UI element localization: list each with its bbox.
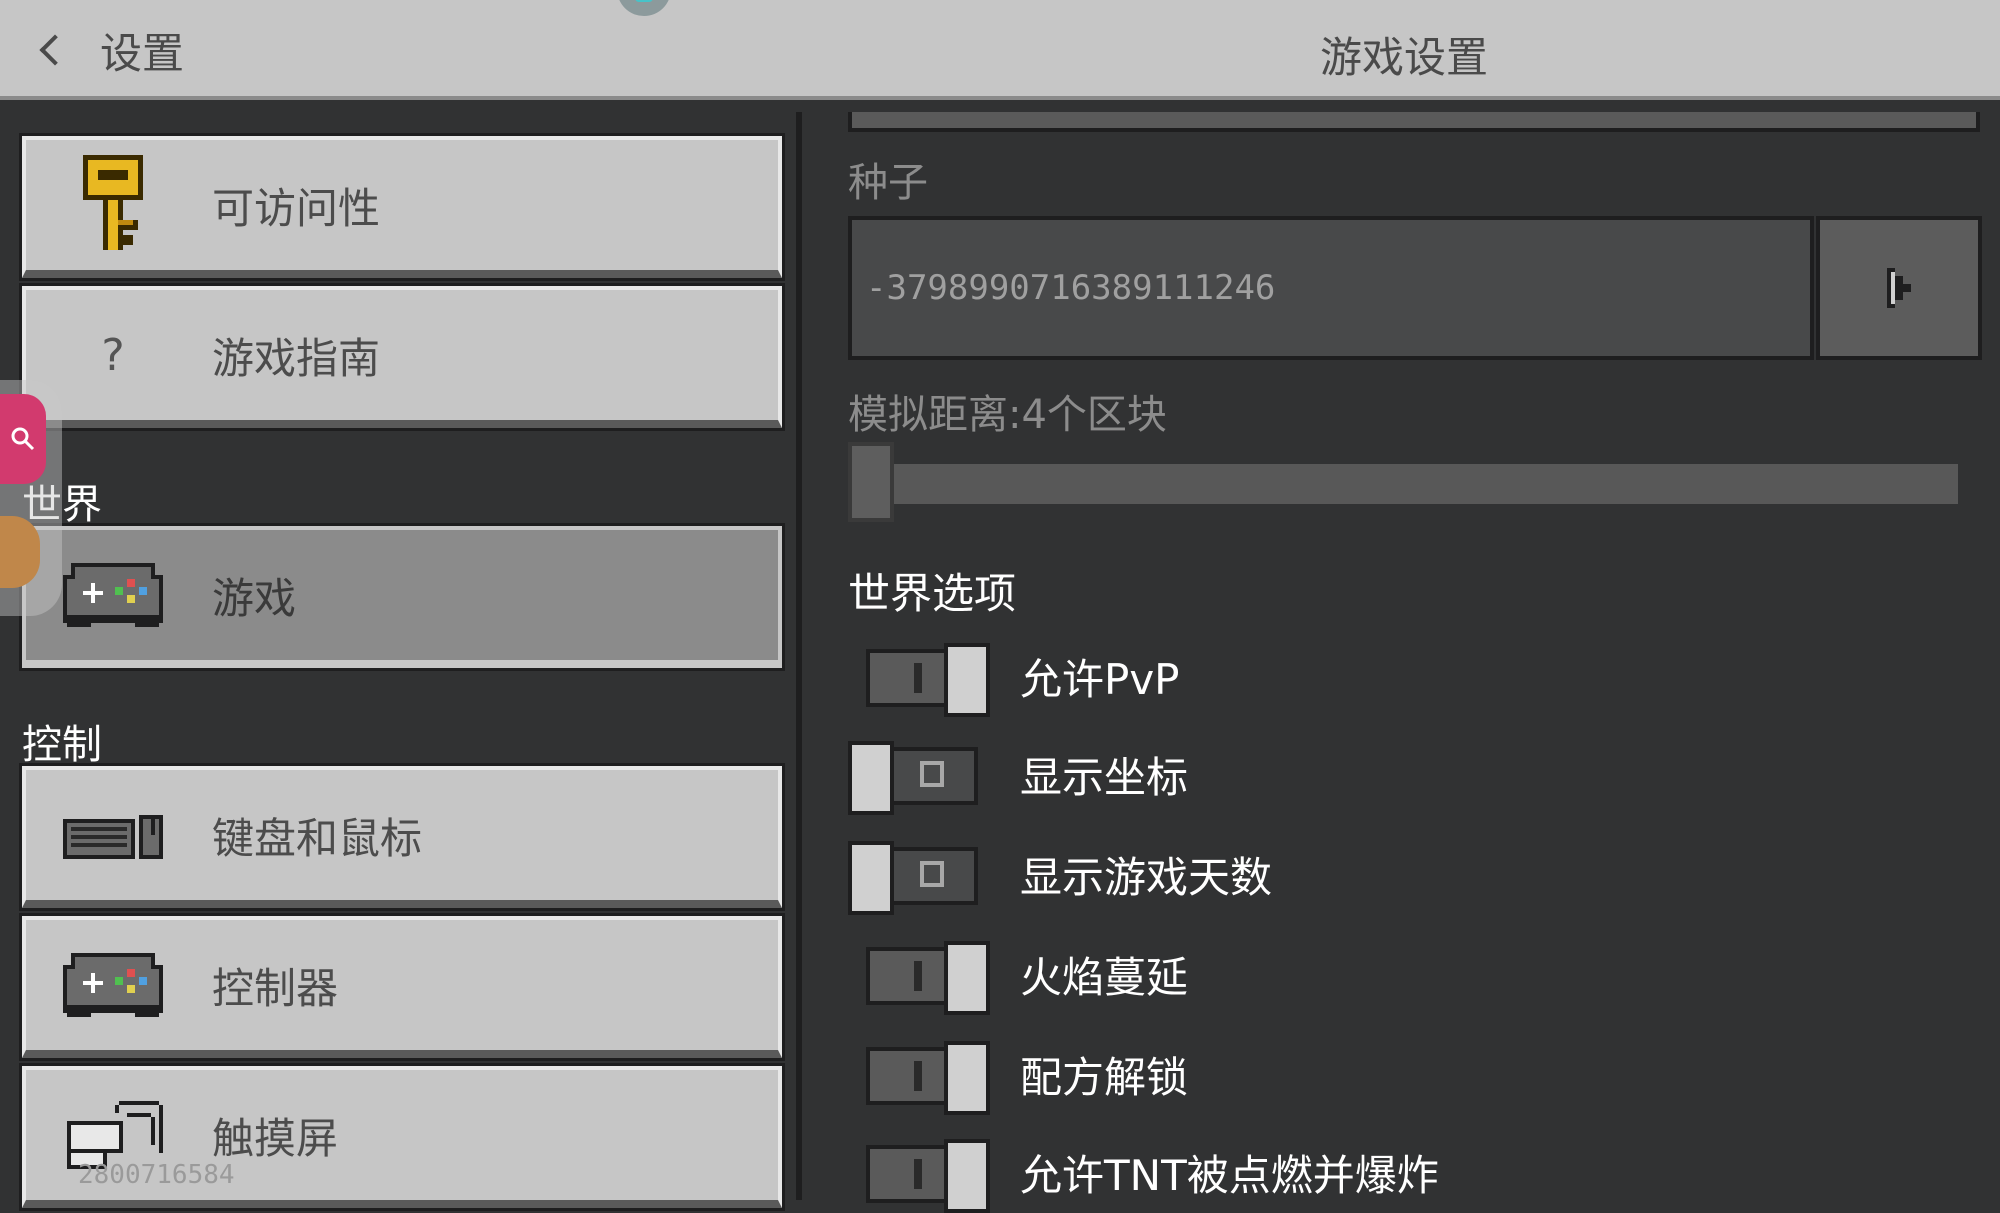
toggle-label: 允许PvP xyxy=(1020,654,1180,704)
toggle-row-pvp: 允许PvP xyxy=(848,636,1180,717)
seed-input[interactable]: -3798990716389111246 xyxy=(848,216,1814,360)
sidebar-item-label: 可访问性 xyxy=(212,183,381,233)
show-days-played-toggle[interactable] xyxy=(848,841,978,915)
simulation-distance-label: 模拟距离:4个区块 xyxy=(848,392,1167,438)
sidebar-item-game-guide[interactable]: ? 游戏指南 xyxy=(19,283,785,431)
sidebar-item-label: 控制器 xyxy=(212,963,339,1013)
scroll-edge xyxy=(848,112,1980,132)
show-coordinates-toggle[interactable] xyxy=(848,741,978,815)
watermark-text: 2800716584 xyxy=(78,1160,235,1190)
toggle-knob xyxy=(944,941,990,1015)
toggle-label: 显示游戏天数 xyxy=(1020,852,1273,902)
camera-notch xyxy=(617,0,671,16)
simulation-distance-slider[interactable] xyxy=(848,464,1958,504)
toggle-on-mark xyxy=(914,663,922,693)
back-button[interactable]: 设置 xyxy=(30,22,184,78)
toggle-label: 允许TNT被点燃并爆炸 xyxy=(1020,1150,1439,1200)
toggle-row-show-coordinates: 显示坐标 xyxy=(848,734,1189,815)
header-bar: 设置 游戏设置 xyxy=(0,0,2000,100)
sidebar-item-game[interactable]: 游戏 xyxy=(19,523,785,671)
section-label-controls: 控制 xyxy=(22,722,102,768)
sidebar-item-keyboard-mouse[interactable]: 键盘和鼠标 xyxy=(19,763,785,911)
sidebar-item-label: 游戏 xyxy=(212,573,297,623)
seed-value: -3798990716389111246 xyxy=(866,268,1276,308)
page-title: 游戏设置 xyxy=(1320,33,1489,82)
world-options-title: 世界选项 xyxy=(848,569,1017,618)
toggle-on-mark xyxy=(914,961,922,991)
toggle-knob xyxy=(944,1139,990,1213)
toggle-off-mark xyxy=(920,761,944,787)
toggle-row-fire-spread: 火焰蔓延 xyxy=(848,934,1189,1015)
sidebar-item-label: 键盘和鼠标 xyxy=(212,813,423,863)
floating-coin-button[interactable] xyxy=(0,516,40,588)
key-icon xyxy=(58,150,168,260)
seed-label: 种子 xyxy=(848,160,928,206)
keyboard-mouse-icon xyxy=(58,780,168,890)
fire-spread-toggle[interactable] xyxy=(866,941,996,1015)
sidebar-item-accessibility[interactable]: 可访问性 xyxy=(19,133,785,281)
toggle-label: 显示坐标 xyxy=(1020,752,1189,802)
slider-handle[interactable] xyxy=(848,442,894,522)
recipe-unlock-toggle[interactable] xyxy=(866,1041,996,1115)
toggle-on-mark xyxy=(914,1159,922,1189)
toggle-label: 配方解锁 xyxy=(1020,1052,1189,1102)
toggle-knob xyxy=(944,1041,990,1115)
sidebar-item-label: 游戏指南 xyxy=(212,333,381,383)
question-icon: ? xyxy=(58,300,168,410)
question-glyph: ? xyxy=(101,329,125,381)
toggle-off-mark xyxy=(920,861,944,887)
back-label: 设置 xyxy=(100,28,185,78)
tnt-explodes-toggle[interactable] xyxy=(866,1139,996,1213)
pvp-toggle[interactable] xyxy=(866,643,996,717)
search-icon xyxy=(11,427,35,451)
toggle-label: 火焰蔓延 xyxy=(1020,952,1189,1002)
toggle-on-mark xyxy=(914,1061,922,1091)
floating-search-button[interactable] xyxy=(0,394,46,484)
chevron-left-icon xyxy=(39,34,71,66)
toggle-knob xyxy=(848,741,894,815)
gamepad-icon xyxy=(58,540,168,650)
play-arrow-icon xyxy=(1887,268,1911,308)
toggle-knob xyxy=(944,643,990,717)
sidebar-item-label: 触摸屏 xyxy=(212,1113,339,1163)
toggle-knob xyxy=(848,841,894,915)
settings-sidebar: 可访问性 ? 游戏指南 世界 游戏 控制 键盘和鼠标 控制器 触摸屏 xyxy=(0,112,802,1211)
game-settings-panel: 种子 -3798990716389111246 模拟距离:4个区块 世界选项 允… xyxy=(818,112,2000,1213)
sidebar-item-controller[interactable]: 控制器 xyxy=(19,913,785,1061)
toggle-row-show-days: 显示游戏天数 xyxy=(848,834,1273,915)
seed-action-button[interactable] xyxy=(1816,216,1982,360)
toggle-row-recipe-unlock: 配方解锁 xyxy=(848,1034,1189,1115)
gamepad-icon xyxy=(58,930,168,1040)
toggle-row-tnt-explodes: 允许TNT被点燃并爆炸 xyxy=(848,1132,1439,1213)
